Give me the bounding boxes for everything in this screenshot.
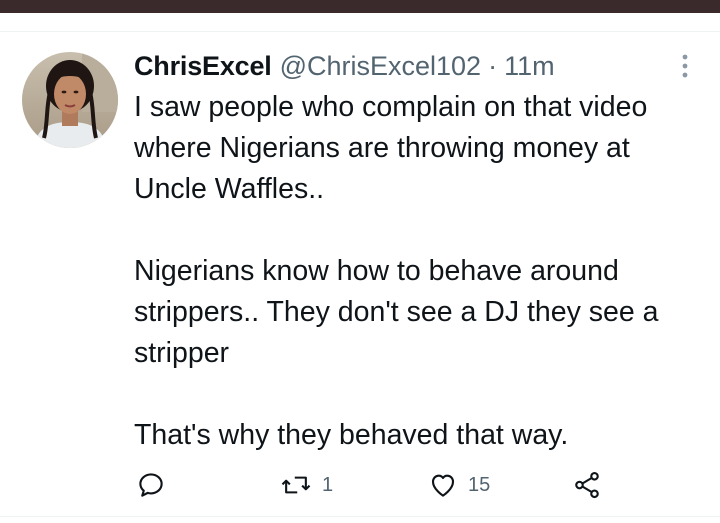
- avatar-image: [22, 52, 118, 148]
- display-name[interactable]: ChrisExcel: [134, 49, 272, 83]
- share-icon: [575, 471, 599, 499]
- tweet-header: ChrisExcel @ChrisExcel102 · 11m: [134, 49, 555, 83]
- more-vertical-icon[interactable]: [676, 52, 694, 80]
- reply-icon: [139, 473, 163, 497]
- reply-button[interactable]: [136, 468, 176, 502]
- share-button[interactable]: [572, 468, 602, 502]
- tweet-text: I saw people who complain on that video …: [134, 91, 659, 451]
- timestamp[interactable]: 11m: [504, 49, 555, 83]
- like-count: 15: [468, 473, 491, 496]
- bottom-divider: [0, 516, 720, 517]
- separator-dot: ·: [488, 51, 498, 81]
- top-bar: [0, 0, 720, 13]
- avatar[interactable]: [22, 52, 118, 148]
- retweet-icon: [281, 476, 311, 494]
- user-handle[interactable]: @ChrisExcel102: [280, 49, 482, 83]
- retweet-button[interactable]: 1: [280, 468, 333, 502]
- retweet-count: 1: [322, 473, 334, 496]
- heart-icon: [431, 474, 455, 497]
- top-divider: [0, 31, 720, 32]
- like-button[interactable]: 15: [428, 468, 490, 502]
